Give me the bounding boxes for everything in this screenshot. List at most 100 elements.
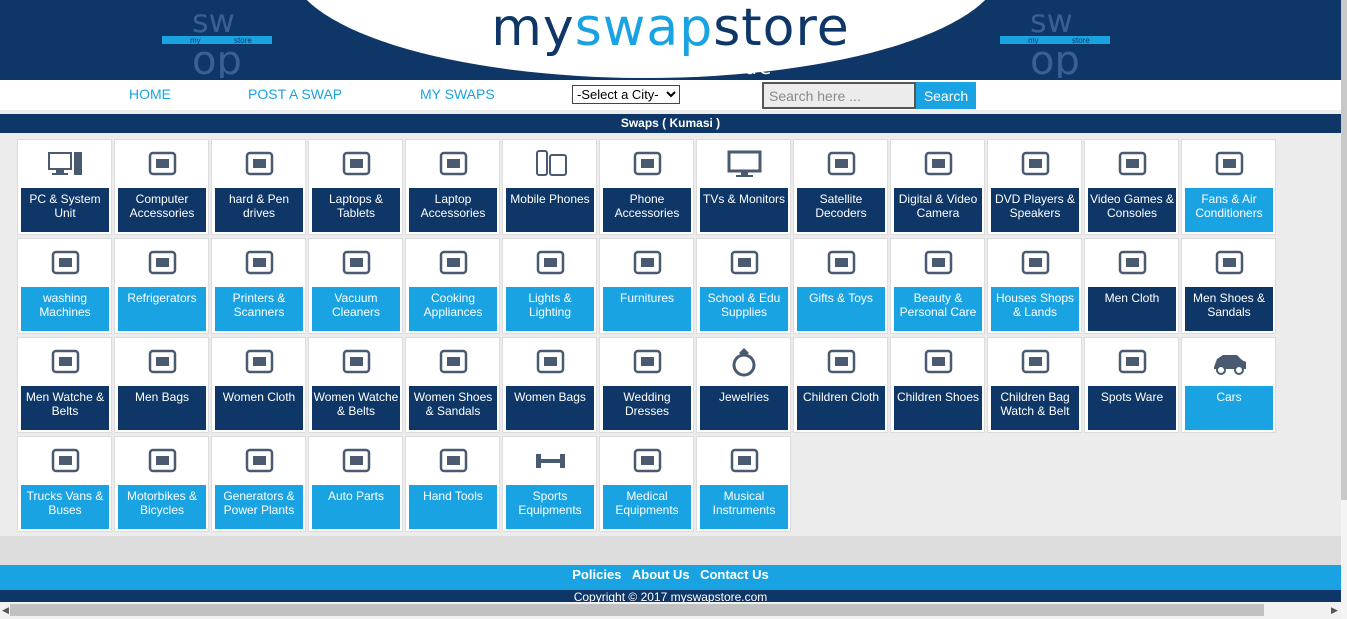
category-label: Women Bags [506, 386, 594, 430]
policies-link[interactable]: Policies [572, 567, 621, 582]
category-tile[interactable]: Musical Instruments [696, 436, 791, 532]
category-tile[interactable]: DVD Players & Speakers [987, 139, 1082, 235]
about-link[interactable]: About Us [632, 567, 690, 582]
category-tile[interactable]: Auto Parts [308, 436, 403, 532]
vertical-scroll-thumb[interactable] [1341, 0, 1347, 500]
scroll-left-arrow-icon[interactable]: ◀ [2, 602, 9, 619]
category-tile[interactable]: Medical Equipments [599, 436, 694, 532]
children-shoes-icon [920, 345, 957, 378]
category-label: Women Shoes & Sandals [409, 386, 497, 430]
category-tile[interactable]: Wedding Dresses [599, 337, 694, 433]
laptop-tablet-icon [338, 147, 375, 180]
category-tile[interactable]: Gifts & Toys [793, 238, 888, 334]
vertical-scrollbar[interactable] [1341, 0, 1347, 619]
scroll-right-arrow-icon[interactable]: ▶ [1331, 602, 1338, 619]
air-conditioner-icon [1211, 147, 1248, 180]
city-select[interactable]: -Select a City- [572, 85, 680, 104]
category-tile[interactable]: Jewelries [696, 337, 791, 433]
category-tile[interactable]: Computer Accessories [114, 139, 209, 235]
high-heels-icon [435, 345, 472, 378]
category-tile[interactable]: PC & System Unit [17, 139, 112, 235]
microscope-icon [629, 444, 666, 477]
category-tile[interactable]: Phone Accessories [599, 139, 694, 235]
category-tile[interactable]: Women Watche & Belts [308, 337, 403, 433]
printer-icon [241, 246, 278, 279]
category-tile[interactable]: Men Bags [114, 337, 209, 433]
search-button[interactable]: Search [916, 82, 976, 109]
category-tile[interactable]: Generators & Power Plants [211, 436, 306, 532]
sport-shoe-icon [1114, 345, 1151, 378]
category-tile[interactable]: Video Games & Consoles [1084, 139, 1179, 235]
mobile-phone-icon [532, 147, 569, 180]
refrigerator-icon [144, 246, 181, 279]
category-tile[interactable]: TVs & Monitors [696, 139, 791, 235]
category-tile[interactable]: Motorbikes & Bicycles [114, 436, 209, 532]
category-label: Motorbikes & Bicycles [118, 485, 206, 529]
category-label: Men Bags [118, 386, 206, 430]
video-camera-icon [920, 147, 957, 180]
category-tile[interactable]: hard & Pen drives [211, 139, 306, 235]
category-label: Digital & Video Camera [894, 188, 982, 232]
category-tile[interactable]: Trucks Vans & Buses [17, 436, 112, 532]
school-bag-icon [1017, 345, 1054, 378]
category-tile[interactable]: Women Cloth [211, 337, 306, 433]
category-label: Men Shoes & Sandals [1185, 287, 1273, 331]
men-shoes-icon [1211, 246, 1248, 279]
tv-monitor-icon [726, 147, 763, 180]
hand-tools-icon [435, 444, 472, 477]
category-tile[interactable]: Laptop Accessories [405, 139, 500, 235]
category-tile[interactable]: Furnitures [599, 238, 694, 334]
category-label: Laptops & Tablets [312, 188, 400, 232]
category-label: Computer Accessories [118, 188, 206, 232]
nav-my-swaps[interactable]: MY SWAPS [420, 86, 495, 102]
horizontal-scrollbar[interactable]: ◀ ▶ [0, 602, 1341, 619]
brand-my: my [491, 0, 575, 58]
category-tile[interactable]: Men Watche & Belts [17, 337, 112, 433]
category-tile[interactable]: Children Shoes [890, 337, 985, 433]
contact-link[interactable]: Contact Us [700, 567, 769, 582]
category-tile[interactable]: Printers & Scanners [211, 238, 306, 334]
site-title[interactable]: myswap store [0, 0, 1341, 56]
horizontal-scroll-thumb[interactable] [10, 604, 1264, 616]
category-label: Auto Parts [312, 485, 400, 529]
category-tile[interactable]: Houses Shops & Lands [987, 238, 1082, 334]
category-tile[interactable]: School & Edu Supplies [696, 238, 791, 334]
category-tile[interactable]: Digital & Video Camera [890, 139, 985, 235]
ceiling-light-icon [532, 246, 569, 279]
watch-belt-icon [47, 345, 84, 378]
nav-home[interactable]: HOME [129, 86, 171, 102]
category-tile[interactable]: Children Bag Watch & Belt [987, 337, 1082, 433]
copyright: Copyright © 2017 myswapstore.com [0, 590, 1341, 602]
svg-text:store: store [1072, 36, 1090, 45]
sofa-icon [629, 246, 666, 279]
footer-spacer [0, 536, 1341, 565]
category-tile[interactable]: Refrigerators [114, 238, 209, 334]
category-tile[interactable]: Satellite Decoders [793, 139, 888, 235]
category-label: Hand Tools [409, 485, 497, 529]
category-tile[interactable]: Women Shoes & Sandals [405, 337, 500, 433]
category-tile[interactable]: Sports Equipments [502, 436, 597, 532]
cosmetics-icon [920, 246, 957, 279]
washing-machine-icon [47, 246, 84, 279]
category-tile[interactable]: Cooking Appliances [405, 238, 500, 334]
children-cloth-icon [823, 345, 860, 378]
category-tile[interactable]: Men Cloth [1084, 238, 1179, 334]
search-input[interactable] [762, 82, 916, 109]
category-tile[interactable]: Laptops & Tablets [308, 139, 403, 235]
auto-parts-icon [338, 444, 375, 477]
category-tile[interactable]: Fans & Air Conditioners [1181, 139, 1276, 235]
category-tile[interactable]: Spots Ware [1084, 337, 1179, 433]
category-tile[interactable]: washing Machines [17, 238, 112, 334]
category-tile[interactable]: Vacuum Cleaners [308, 238, 403, 334]
category-tile[interactable]: Children Cloth [793, 337, 888, 433]
category-tile[interactable]: Cars [1181, 337, 1276, 433]
category-tile[interactable]: Men Shoes & Sandals [1181, 238, 1276, 334]
category-tile[interactable]: Mobile Phones [502, 139, 597, 235]
vacuum-cleaner-icon [338, 246, 375, 279]
nav-post-swap[interactable]: POST A SWAP [248, 86, 342, 102]
category-tile[interactable]: Beauty & Personal Care [890, 238, 985, 334]
category-tile[interactable]: Hand Tools [405, 436, 500, 532]
brand-swap: swap [574, 0, 714, 58]
category-tile[interactable]: Women Bags [502, 337, 597, 433]
category-tile[interactable]: Lights & Lighting [502, 238, 597, 334]
